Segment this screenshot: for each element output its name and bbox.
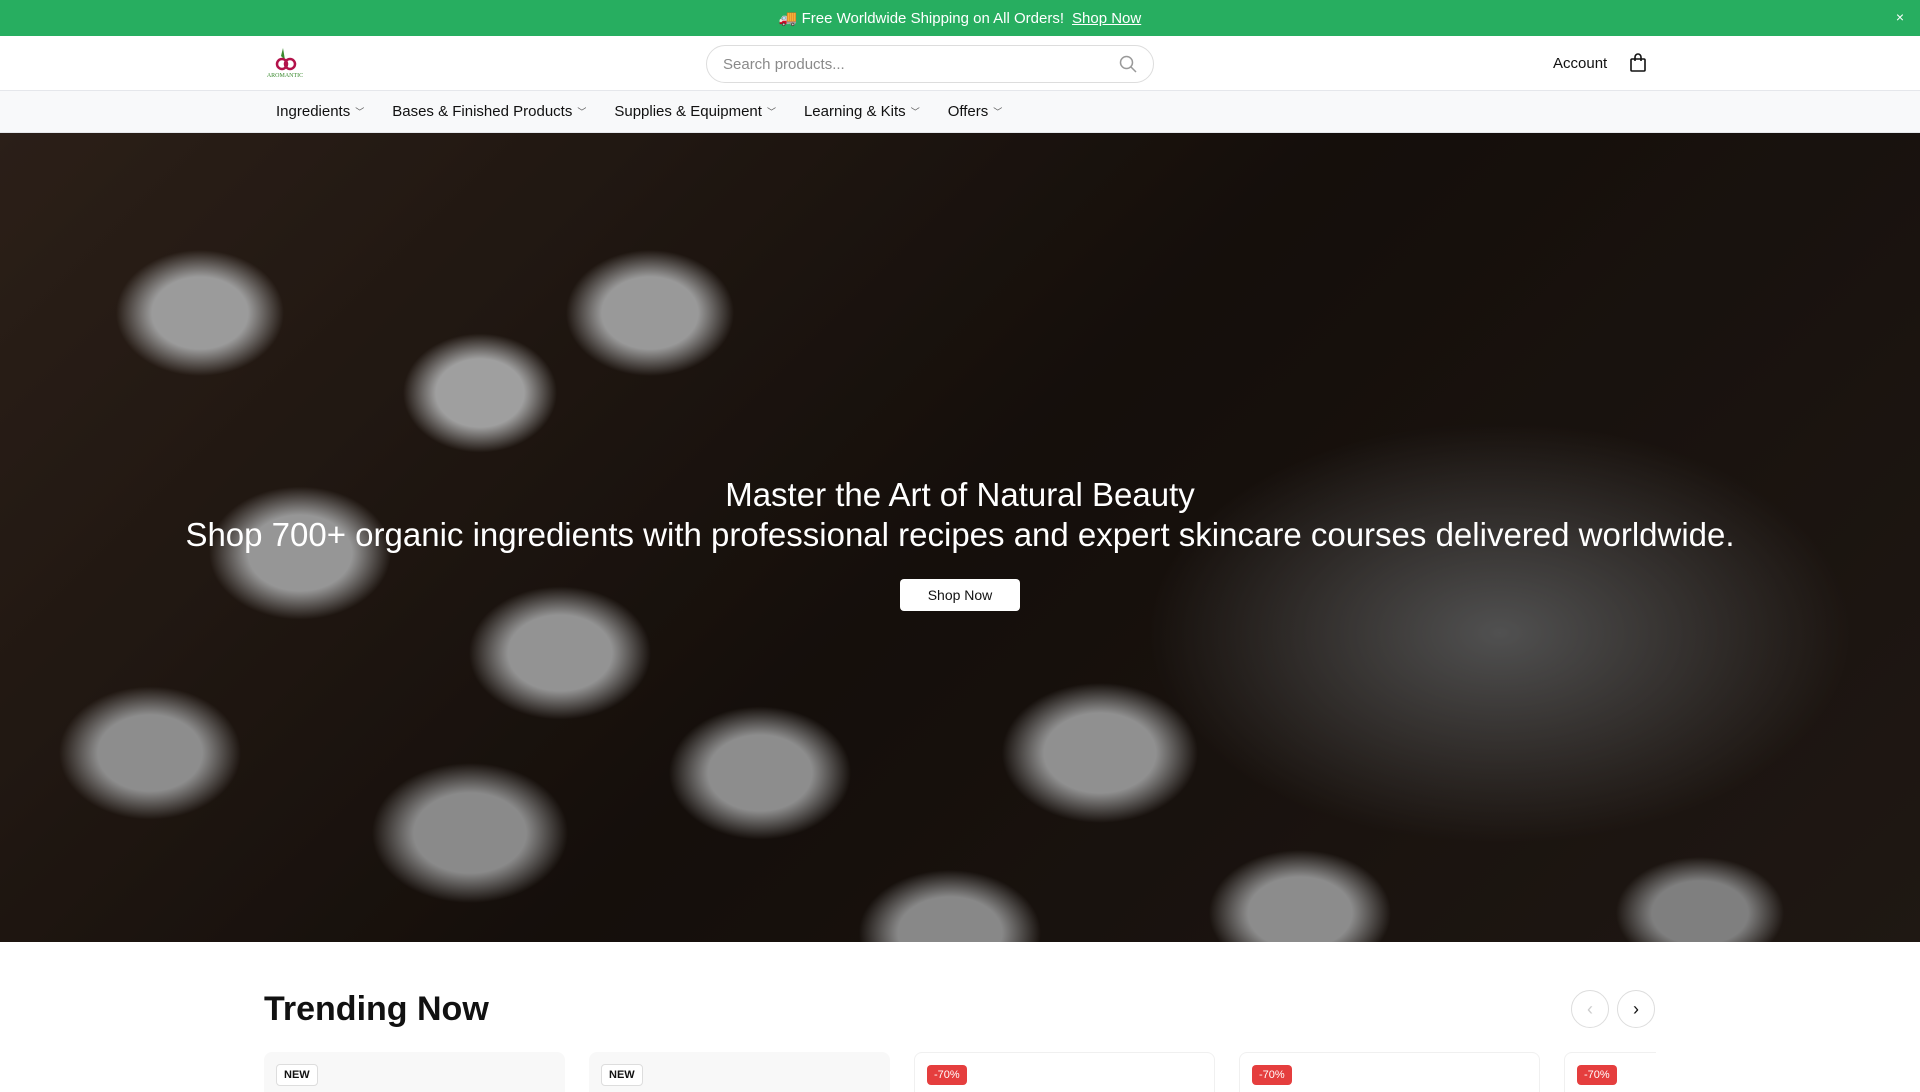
hero-shop-now-button[interactable]: Shop Now <box>900 578 1020 611</box>
chevron-down-icon: ﹀ <box>577 107 587 117</box>
product-card[interactable]: NEW <box>264 1052 565 1092</box>
discount-badge: -70% <box>927 1065 967 1085</box>
hero-banner: Master the Art of Natural Beauty Shop 70… <box>0 133 1920 942</box>
promo-text: Free Worldwide Shipping on All Orders! <box>801 9 1064 27</box>
account-link[interactable]: Account <box>1553 55 1607 72</box>
nav-learning-kits[interactable]: Learning & Kits ﹀ <box>804 103 920 120</box>
new-badge: NEW <box>276 1064 318 1086</box>
discount-badge: -70% <box>1577 1065 1617 1085</box>
discount-badge: -70% <box>1252 1065 1292 1085</box>
search-icon[interactable] <box>1119 55 1137 73</box>
close-icon[interactable]: × <box>1896 9 1904 25</box>
chevron-down-icon: ﹀ <box>766 107 776 117</box>
hero-title: Master the Art of Natural Beauty <box>725 475 1195 513</box>
nav-offers[interactable]: Offers ﹀ <box>948 103 1003 120</box>
main-nav: Ingredients ﹀ Bases & Finished Products ﹀ … <box>0 91 1920 133</box>
product-card[interactable]: -70% <box>914 1052 1215 1092</box>
product-card[interactable]: NEW <box>589 1052 890 1092</box>
promo-shop-now-link[interactable]: Shop Now <box>1072 10 1141 27</box>
search-bar <box>706 45 1154 83</box>
shopping-bag-icon[interactable] <box>1629 53 1647 73</box>
chevron-down-icon: ﹀ <box>910 107 920 117</box>
hero-subtitle: Shop 700+ organic ingredients with profe… <box>185 515 1735 553</box>
svg-text:AROMANTIC: AROMANTIC <box>267 73 303 79</box>
chevron-down-icon: ﹀ <box>355 107 365 117</box>
product-card[interactable]: -70% <box>1239 1052 1540 1092</box>
nav-supplies-equipment[interactable]: Supplies & Equipment ﹀ <box>614 103 776 120</box>
nav-ingredients[interactable]: Ingredients ﹀ <box>276 103 364 120</box>
nav-bases-finished-products[interactable]: Bases & Finished Products ﹀ <box>392 103 586 120</box>
header: AROMANTIC Account <box>0 36 1920 91</box>
search-input[interactable] <box>723 55 1119 73</box>
carousel-prev-button[interactable]: ‹ <box>1571 990 1609 1028</box>
truck-icon: 🚚 <box>778 10 798 27</box>
product-card[interactable]: -70% <box>1564 1052 1656 1092</box>
logo[interactable]: AROMANTIC <box>263 46 307 82</box>
chevron-down-icon: ﹀ <box>993 107 1003 117</box>
promo-banner: 🚚 Free Worldwide Shipping on All Orders!… <box>0 0 1920 36</box>
carousel-next-button[interactable]: › <box>1617 990 1655 1028</box>
section-title: Trending Now <box>264 990 489 1028</box>
new-badge: NEW <box>601 1064 643 1086</box>
